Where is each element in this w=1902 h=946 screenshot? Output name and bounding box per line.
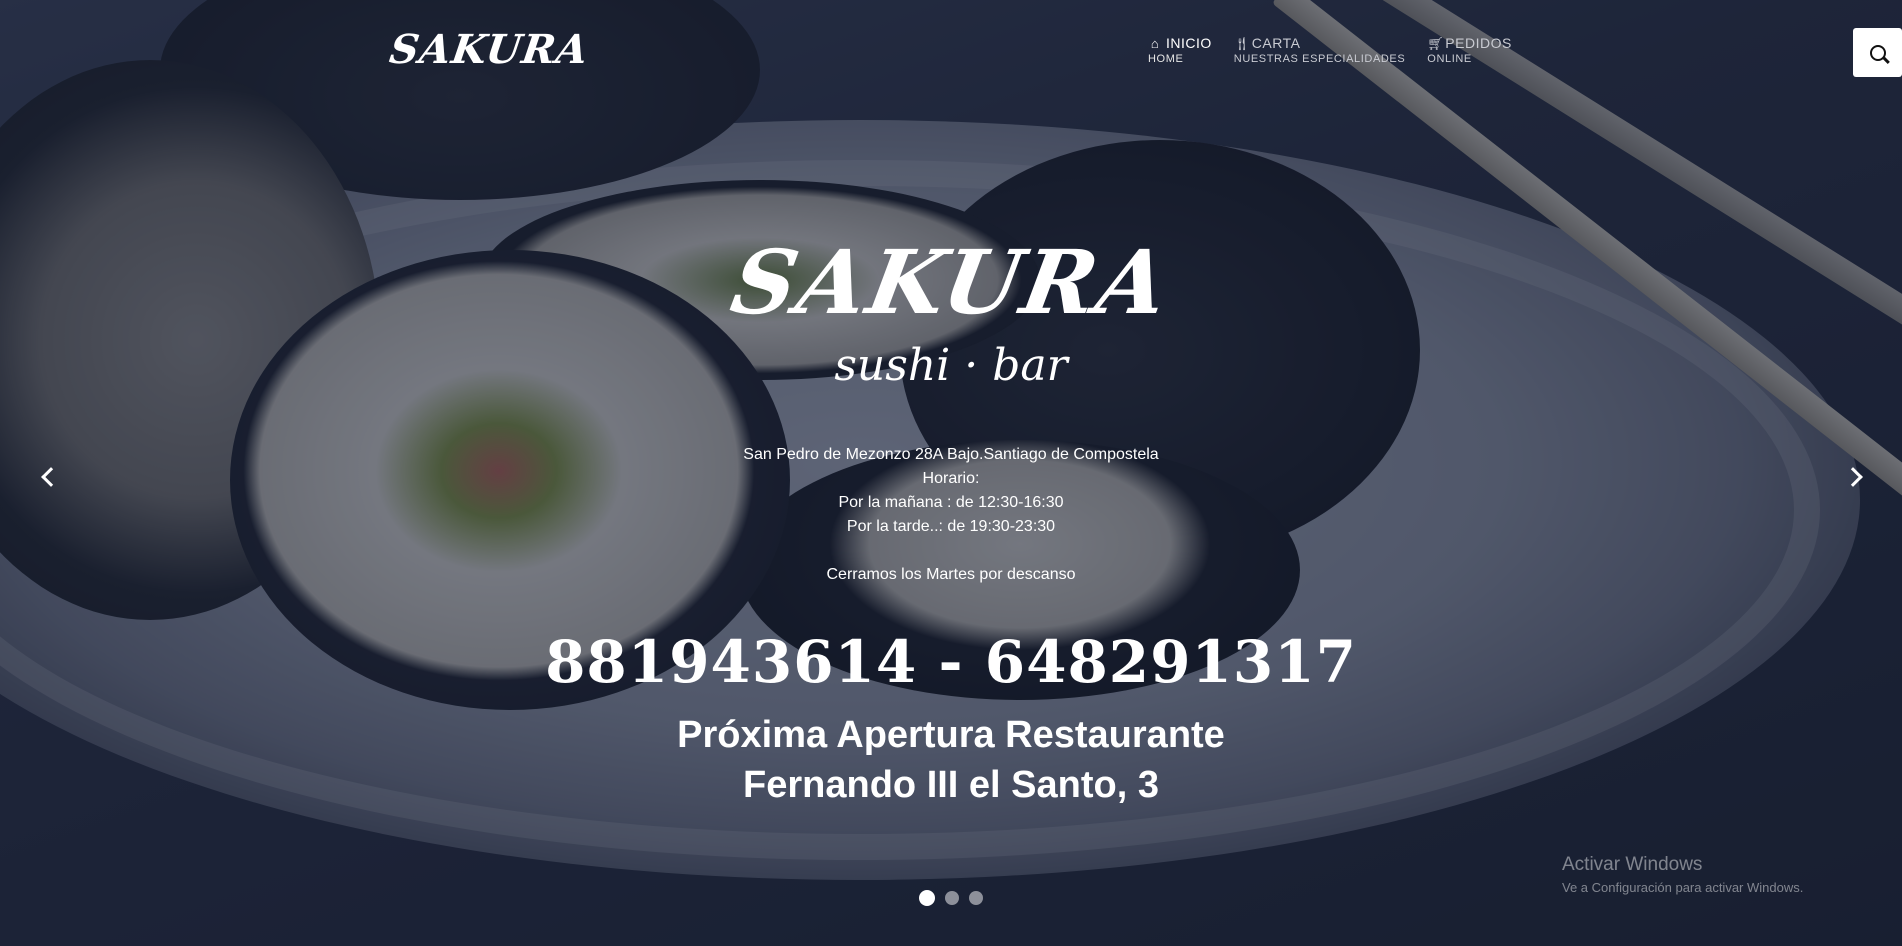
slider-dot-2[interactable]	[945, 891, 959, 905]
navbar: SAKURA ⌂ INICIO HOME 🍴︎ CARTA NUESTRAS E…	[0, 0, 1902, 90]
nav-item-label: PEDIDOS	[1445, 35, 1512, 51]
nav-item-label: CARTA	[1251, 35, 1301, 51]
hero-logo: SAKURA	[724, 230, 1178, 334]
hero-tagline: sushi · bar	[834, 340, 1068, 391]
hours-evening: Por la tarde..: de 19:30-23:30	[846, 518, 1056, 535]
nav-item-sublabel: NUESTRAS ESPECIALIDADES	[1233, 53, 1406, 65]
address-text: San Pedro de Mezonzo 28A Bajo.Santiago d…	[743, 446, 1159, 463]
chevron-right-icon	[1843, 467, 1863, 487]
nav-item-sublabel: ONLINE	[1427, 53, 1472, 65]
watermark-title: Activar Windows	[1562, 854, 1703, 875]
nav-item-sublabel: HOME	[1148, 53, 1184, 65]
phone-numbers: 881943614 - 648291317	[545, 628, 1357, 696]
slider-dot-3[interactable]	[969, 891, 983, 905]
nav-item-inicio[interactable]: ⌂ INICIO HOME	[1148, 36, 1212, 65]
watermark-subtitle: Ve a Configuración para activar Windows.	[1562, 880, 1804, 895]
chevron-left-icon	[41, 467, 61, 487]
slider-next-button[interactable]	[1838, 462, 1868, 492]
restaurant-info: San Pedro de Mezonzo 28A Bajo.Santiago d…	[0, 443, 1902, 587]
brand-logo[interactable]: SAKURA	[387, 26, 592, 73]
nav-item-carta[interactable]: 🍴︎ CARTA NUESTRAS ESPECIALIDADES	[1234, 36, 1406, 65]
opening-line-2: Fernando III el Santo, 3	[743, 764, 1159, 806]
cutlery-icon: 🍴︎	[1233, 35, 1251, 51]
cart-icon: 🛒︎	[1427, 35, 1445, 51]
nav-item-pedidos[interactable]: 🛒︎ PEDIDOS ONLINE	[1427, 36, 1512, 65]
windows-activation-watermark: Activar Windows Ve a Configuración para …	[1562, 854, 1803, 895]
home-icon: ⌂	[1150, 35, 1160, 51]
search-button[interactable]	[1853, 28, 1902, 77]
nav-item-label: INICIO	[1166, 35, 1212, 51]
hours-morning: Por la mañana : de 12:30-16:30	[838, 494, 1064, 511]
slider-dot-1[interactable]	[919, 890, 935, 906]
opening-announcement: Próxima Apertura Restaurante Fernando II…	[0, 710, 1902, 810]
slider-prev-button[interactable]	[36, 462, 66, 492]
hours-heading: Horario:	[922, 470, 980, 487]
opening-line-1: Próxima Apertura Restaurante	[677, 714, 1225, 756]
main-menu: ⌂ INICIO HOME 🍴︎ CARTA NUESTRAS ESPECIAL…	[1148, 36, 1512, 65]
search-icon	[1869, 44, 1886, 61]
closing-day: Cerramos los Martes por descanso	[826, 566, 1076, 583]
